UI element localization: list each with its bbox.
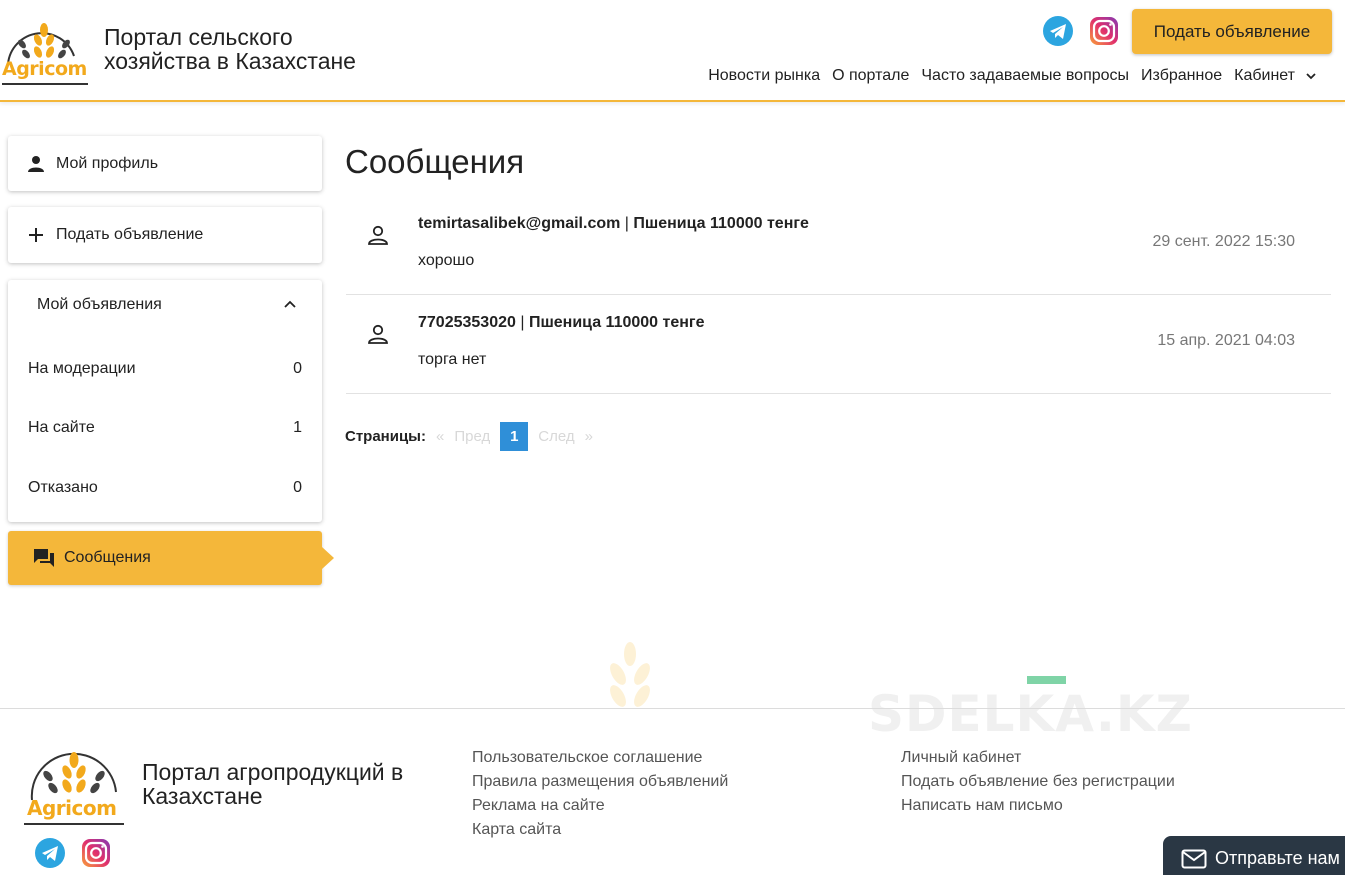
envelope-icon [1181, 849, 1207, 868]
logo-text: Agricom [2, 58, 87, 80]
main-nav: Новости рынка О портале Часто задаваемые… [696, 67, 1317, 85]
row-label: На сайте [28, 419, 95, 436]
sdelka-watermark: SDELKA.KZ [868, 685, 1193, 743]
my-ads-panel: Мой объявления На модерации 0 На сайте 1… [8, 280, 322, 522]
sidebar-item-profile[interactable]: Мой профиль [8, 136, 322, 191]
nav-item-about[interactable]: О портале [832, 67, 909, 85]
footer-links-col-1: Пользовательское соглашение Правила разм… [472, 746, 728, 842]
message-item[interactable]: temirtasalibek@gmail.com | Пшеница 11000… [346, 197, 1331, 295]
message-item[interactable]: 77025353020 | Пшеница 110000 тенге торга… [346, 296, 1331, 394]
nav-item-faq[interactable]: Часто задаваемые вопросы [921, 67, 1129, 85]
my-ads-row-on-site[interactable]: На сайте 1 [28, 419, 302, 437]
footer-title: Портал агропродукций в Казахстане [142, 759, 404, 809]
message-header: temirtasalibek@gmail.com | Пшеница 11000… [418, 215, 809, 233]
row-label: Отказано [28, 479, 98, 496]
row-count: 0 [293, 360, 302, 377]
message-subject: Пшеница 110000 тенге [528, 314, 705, 331]
nav-item-favorites[interactable]: Избранное [1141, 67, 1222, 85]
message-sender: temirtasalibek@gmail.com [418, 215, 621, 232]
message-text: торга нет [418, 351, 487, 368]
message-date: 15 апр. 2021 04:03 [1157, 332, 1295, 349]
sidebar-item-label: Сообщения [64, 549, 151, 566]
row-label: На модерации [28, 360, 136, 377]
sidebar-item-label: Мой профиль [56, 154, 159, 172]
pagination: Страницы: « Пред 1 След » [345, 422, 603, 451]
footer-links-col-2: Личный кабинет Подать объявление без рег… [901, 746, 1175, 818]
row-count: 0 [293, 479, 302, 496]
footer-link-user-agreement[interactable]: Пользовательское соглашение [472, 746, 728, 770]
footer-logo-text: Agricom [27, 796, 117, 820]
site-header: Agricom Портал сельского хозяйства в Каз… [0, 0, 1345, 102]
instagram-icon[interactable] [80, 837, 112, 869]
pagination-label: Страницы: [345, 428, 426, 445]
chat-bubbles-icon [34, 549, 54, 567]
wheat-watermark-icon [610, 642, 650, 707]
sidebar-item-label: Подать объявление [56, 226, 204, 243]
row-count: 1 [293, 419, 302, 436]
pagination-current-page[interactable]: 1 [500, 422, 529, 451]
sidebar-item-messages[interactable]: Сообщения [8, 531, 334, 585]
message-header: 77025353020 | Пшеница 110000 тенге [418, 314, 704, 332]
my-ads-row-moderation[interactable]: На модерации 0 [28, 360, 302, 378]
footer-link-post-without-registration[interactable]: Подать объявление без регистрации [901, 770, 1175, 794]
chat-widget-label: Отправьте нам [1215, 848, 1340, 868]
message-sender: 77025353020 [418, 314, 516, 331]
footer-link-posting-rules[interactable]: Правила размещения объявлений [472, 770, 728, 794]
sidebar-item-post-ad[interactable]: Подать объявление [8, 207, 322, 263]
message-subject: Пшеница 110000 тенге [633, 215, 809, 232]
user-outline-icon [368, 225, 388, 245]
nav-item-cabinet[interactable]: Кабинет [1234, 67, 1295, 85]
telegram-icon[interactable] [1042, 15, 1074, 47]
chevron-up-icon[interactable] [282, 296, 298, 312]
message-separator: | [620, 215, 634, 232]
user-outline-icon [368, 324, 388, 344]
message-date: 29 сент. 2022 15:30 [1152, 233, 1296, 250]
footer-link-advertising[interactable]: Реклама на сайте [472, 794, 728, 818]
person-icon [28, 155, 44, 172]
post-ad-button[interactable]: Подать объявление [1132, 9, 1332, 54]
pagination-prev[interactable]: Пред [454, 428, 490, 445]
footer-link-write-us[interactable]: Написать нам письмо [901, 794, 1175, 818]
site-title[interactable]: Портал сельского хозяйства в Казахстане [104, 25, 404, 73]
pagination-last[interactable]: » [585, 428, 593, 445]
footer-link-sitemap[interactable]: Карта сайта [472, 818, 728, 842]
pagination-next[interactable]: След [538, 428, 574, 445]
chevron-down-icon[interactable] [1305, 70, 1317, 82]
telegram-icon[interactable] [34, 837, 66, 869]
footer-link-cabinet[interactable]: Личный кабинет [901, 746, 1175, 770]
watermark-bar [1027, 676, 1066, 684]
instagram-icon[interactable] [1088, 15, 1120, 47]
chat-widget-button[interactable]: Отправьте нам [1163, 836, 1345, 875]
footer-divider [0, 708, 1345, 709]
nav-item-market-news[interactable]: Новости рынка [708, 67, 820, 85]
page-title: Сообщения [345, 143, 525, 180]
message-text: хорошо [418, 252, 475, 269]
message-separator: | [515, 314, 529, 331]
pagination-first[interactable]: « [436, 428, 444, 445]
plus-icon [29, 228, 43, 242]
my-ads-row-rejected[interactable]: Отказано 0 [28, 479, 302, 497]
my-ads-title[interactable]: Мой объявления [37, 296, 162, 314]
